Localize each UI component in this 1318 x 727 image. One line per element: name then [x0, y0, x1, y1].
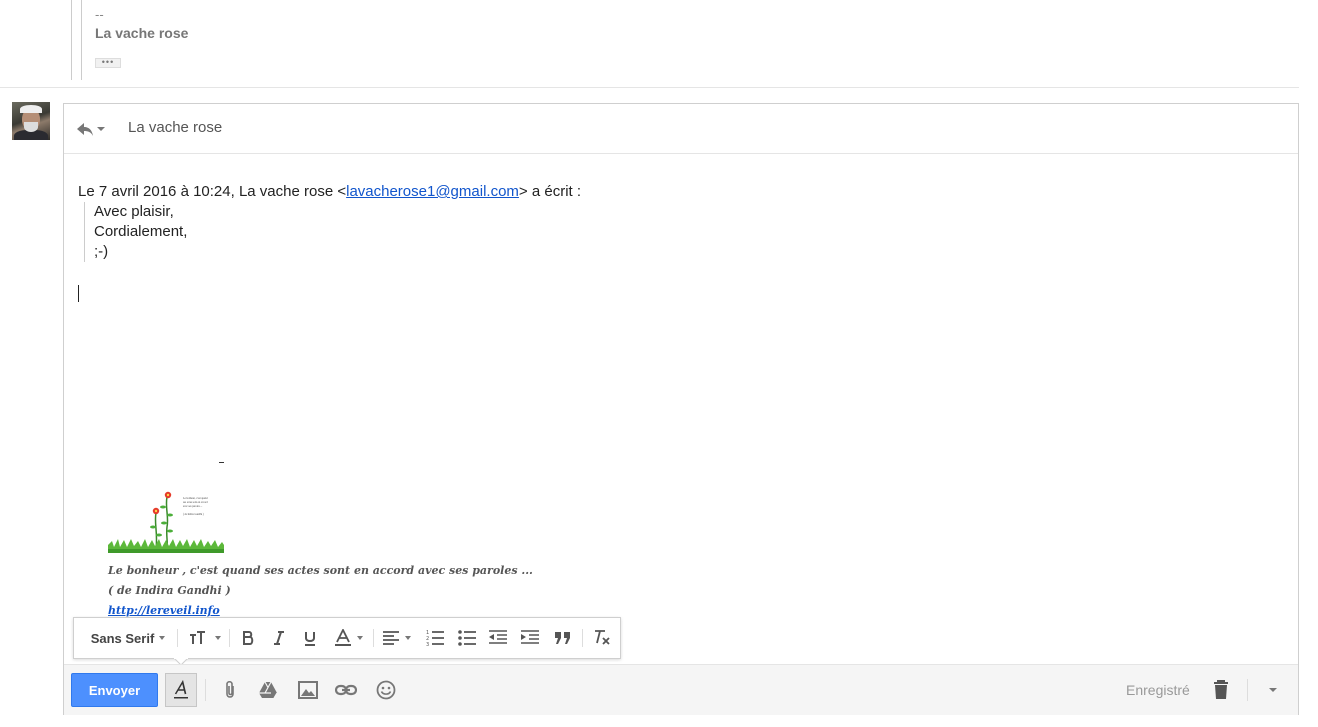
quote-bar: [81, 0, 82, 80]
remove-formatting-icon: [595, 630, 610, 645]
toolbar-separator: [373, 629, 374, 647]
quoted-line: Cordialement,: [94, 223, 188, 240]
toolbar-separator: [1247, 679, 1248, 701]
indent-more-icon: [521, 630, 539, 644]
discard-draft-button[interactable]: [1209, 678, 1233, 702]
insert-photo-button[interactable]: [296, 678, 320, 702]
signature-separator: [219, 462, 224, 463]
chevron-down-icon: [1269, 688, 1277, 692]
reply-arrow-icon: [77, 123, 105, 136]
send-button[interactable]: Envoyer: [71, 673, 158, 707]
svg-text:ses actes sont en accord: ses actes sont en accord: [183, 501, 208, 504]
attach-files-button[interactable]: [218, 678, 242, 702]
chevron-down-icon: [97, 127, 105, 131]
indent-less-icon: [489, 630, 507, 644]
font-size-icon: [189, 631, 205, 644]
compose-action-bar: Envoyer Enregistré: [64, 664, 1298, 715]
numbered-list-button[interactable]: 1 2 3: [422, 618, 448, 658]
quote-icon: [555, 632, 570, 644]
signature-author: ( de Indira Gandhi ): [108, 584, 231, 597]
indent-more-button[interactable]: [517, 618, 543, 658]
bulleted-list-button[interactable]: [454, 618, 480, 658]
show-trimmed-content-button[interactable]: •••: [95, 58, 121, 68]
text-format-icon: [174, 680, 188, 699]
quoted-text: Avec plaisir, Cordialement, ;-): [84, 202, 1278, 262]
reply-compose-box: La vache rose Le 7 avril 2016 à 10:24, L…: [63, 103, 1299, 715]
formatting-toolbar: Sans Serif 1 2 3: [73, 617, 621, 666]
chevron-down-icon: [404, 636, 411, 640]
italic-button[interactable]: [266, 618, 292, 658]
remove-formatting-button[interactable]: [588, 618, 616, 658]
italic-icon: [274, 631, 284, 645]
text-cursor: [78, 285, 79, 302]
text-color-icon: [334, 629, 351, 646]
indent-less-button[interactable]: [485, 618, 511, 658]
signature-text: Le bonheur , c'est quand ses actes sont …: [108, 561, 533, 621]
quote-email-link[interactable]: lavacherose1@gmail.com: [346, 183, 519, 200]
numbered-list-icon: 1 2 3: [426, 630, 444, 647]
chevron-down-icon: [159, 636, 166, 640]
chevron-down-icon: [356, 636, 363, 640]
underline-button[interactable]: [297, 618, 323, 658]
svg-text:Le bonheur, c'est quand: Le bonheur, c'est quand: [183, 497, 208, 500]
font-family-select[interactable]: Sans Serif: [84, 618, 172, 658]
signature-link[interactable]: http://lereveil.info: [108, 604, 220, 617]
formatting-options-toggle[interactable]: [165, 673, 197, 707]
svg-text:3: 3: [426, 642, 429, 647]
more-options-button[interactable]: [1261, 678, 1285, 702]
bold-icon: [243, 631, 254, 645]
smiley-icon: [376, 680, 396, 700]
toolbar-separator: [582, 629, 583, 647]
svg-text:( de Indira Gandhi ): ( de Indira Gandhi ): [183, 513, 204, 516]
signature-image: Le bonheur, c'est quand ses actes sont e…: [108, 487, 224, 553]
message-body[interactable]: Le 7 avril 2016 à 10:24, La vache rose <…: [78, 182, 1278, 262]
font-size-select[interactable]: [184, 618, 224, 658]
quoted-line: ;-): [94, 243, 109, 260]
quoted-line: Avec plaisir,: [94, 203, 174, 220]
insert-drive-file-button[interactable]: [256, 678, 280, 702]
insert-emoji-button[interactable]: [374, 678, 398, 702]
quote-bar: [71, 0, 72, 80]
bold-button[interactable]: [235, 618, 261, 658]
svg-text:avec ses paroles ...: avec ses paroles ...: [183, 505, 203, 508]
compose-header: La vache rose: [64, 104, 1298, 154]
insert-link-button[interactable]: [334, 678, 358, 702]
signature-quote: Le bonheur , c'est quand ses actes sont …: [108, 564, 533, 577]
signature-dash: --: [95, 7, 104, 22]
toolbar-separator: [177, 629, 178, 647]
align-select[interactable]: [378, 618, 414, 658]
photo-icon: [298, 681, 318, 699]
align-left-icon: [382, 631, 399, 645]
link-icon: [335, 684, 357, 696]
signature-name: La vache rose: [95, 25, 189, 41]
text-color-select[interactable]: [329, 618, 367, 658]
recipient-field[interactable]: La vache rose: [128, 119, 222, 136]
bulleted-list-icon: [458, 630, 476, 646]
draft-saved-status: Enregistré: [1126, 682, 1190, 698]
underline-icon: [305, 632, 315, 646]
reply-type-menu[interactable]: [76, 120, 110, 138]
toolbar-separator: [205, 679, 206, 701]
chevron-down-icon: [214, 636, 221, 640]
avatar: [12, 102, 50, 140]
previous-message-quote: -- La vache rose •••: [71, 0, 1299, 80]
message-divider: [0, 87, 1299, 88]
trash-icon: [1214, 680, 1228, 699]
google-drive-icon: [259, 681, 278, 699]
quote-button[interactable]: [550, 618, 576, 658]
paperclip-icon: [226, 680, 234, 698]
quote-header: Le 7 avril 2016 à 10:24, La vache rose <…: [78, 183, 582, 200]
toolbar-separator: [229, 629, 230, 647]
